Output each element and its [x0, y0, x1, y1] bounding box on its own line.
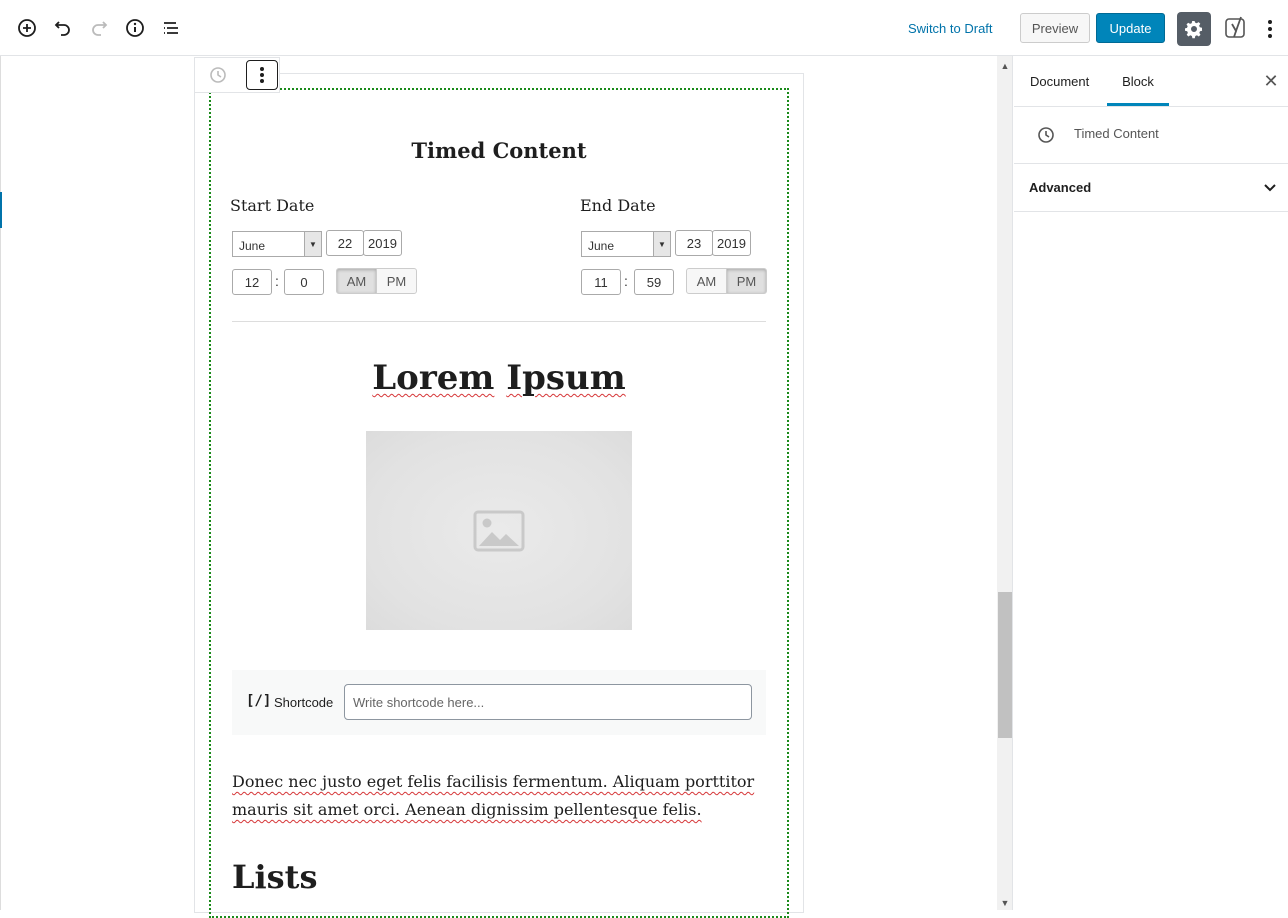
start-month-value: June — [239, 239, 266, 253]
scroll-up-icon[interactable]: ▲ — [999, 60, 1011, 72]
more-vertical-icon — [260, 67, 264, 83]
time-separator: : — [275, 273, 279, 289]
settings-button[interactable] — [1177, 12, 1211, 46]
shortcode-input[interactable]: Write shortcode here... — [344, 684, 752, 720]
switch-to-draft-button[interactable]: Switch to Draft — [900, 18, 1001, 39]
settings-icon — [1185, 21, 1203, 39]
clock-icon[interactable] — [208, 65, 228, 85]
chevron-down-icon: ▼ — [653, 232, 670, 256]
end-date-label: End Date — [580, 196, 656, 215]
settings-sidebar: Document Block ✕ Timed Content Advanced — [1014, 56, 1288, 910]
scrollbar-thumb[interactable] — [998, 592, 1012, 738]
end-year-input[interactable]: 2019 — [712, 230, 751, 256]
block-more-options-button[interactable] — [246, 60, 278, 90]
tab-block[interactable]: Block — [1107, 56, 1169, 106]
lists-heading[interactable]: Lists — [232, 858, 317, 896]
heading-word-2: Ipsum — [506, 358, 626, 398]
image-placeholder[interactable] — [366, 431, 632, 630]
info-icon[interactable] — [123, 16, 147, 40]
end-month-select[interactable]: June ▼ — [581, 231, 671, 257]
content-paragraph[interactable]: Donec nec justo eget felis facilisis fer… — [232, 768, 766, 824]
shortcode-icon: [/] — [246, 693, 272, 709]
image-icon — [473, 510, 525, 551]
start-minute-input[interactable]: 0 — [284, 269, 324, 295]
chevron-down-icon[interactable] — [1261, 178, 1279, 196]
end-hour-input[interactable]: 11 — [581, 269, 621, 295]
heading-word-1: Lorem — [372, 358, 495, 398]
time-separator: : — [624, 273, 628, 289]
start-am-button[interactable]: AM — [336, 268, 377, 294]
preview-button[interactable]: Preview — [1020, 13, 1090, 43]
end-pm-button[interactable]: PM — [726, 268, 767, 294]
undo-icon[interactable] — [51, 16, 75, 40]
sidebar-divider — [1014, 211, 1288, 212]
start-day-input[interactable]: 22 — [326, 230, 364, 256]
close-icon[interactable]: ✕ — [1262, 72, 1280, 90]
end-minute-input[interactable]: 59 — [634, 269, 674, 295]
timed-content-title: Timed Content — [411, 138, 587, 163]
scroll-down-icon[interactable]: ▼ — [999, 897, 1011, 909]
end-day-input[interactable]: 23 — [675, 230, 713, 256]
outline-icon[interactable] — [159, 16, 183, 40]
add-block-icon[interactable] — [15, 16, 39, 40]
more-vertical-icon[interactable] — [1262, 16, 1278, 42]
block-card-title: Timed Content — [1074, 126, 1159, 141]
yoast-icon[interactable] — [1224, 15, 1248, 41]
date-separator-line — [232, 321, 766, 322]
start-date-label: Start Date — [230, 196, 315, 215]
advanced-panel-toggle[interactable]: Advanced — [1029, 180, 1091, 195]
tab-document[interactable]: Document — [1030, 56, 1092, 106]
end-month-value: June — [588, 239, 615, 253]
shortcode-block[interactable]: [/] Shortcode Write shortcode here... — [232, 670, 766, 735]
chevron-down-icon: ▼ — [304, 232, 321, 256]
redo-icon[interactable] — [87, 16, 111, 40]
start-hour-input[interactable]: 12 — [232, 269, 272, 295]
content-heading[interactable]: Lorem Ipsum — [232, 358, 766, 398]
clock-icon — [1036, 125, 1056, 145]
editor-header: Switch to Draft Preview Update — [0, 0, 1288, 56]
editor-side-marker — [0, 192, 2, 228]
sidebar-divider — [1014, 163, 1288, 164]
paragraph-text: Donec nec justo eget felis facilisis fer… — [232, 772, 755, 819]
update-button[interactable]: Update — [1096, 13, 1165, 43]
start-month-select[interactable]: June ▼ — [232, 231, 322, 257]
start-pm-button[interactable]: PM — [376, 268, 417, 294]
end-am-button[interactable]: AM — [686, 268, 727, 294]
shortcode-label: Shortcode — [274, 695, 334, 710]
sidebar-divider — [1014, 106, 1288, 107]
start-year-input[interactable]: 2019 — [363, 230, 402, 256]
editor-scrollbar[interactable] — [997, 56, 1013, 910]
editor-left-edge — [0, 56, 1, 910]
